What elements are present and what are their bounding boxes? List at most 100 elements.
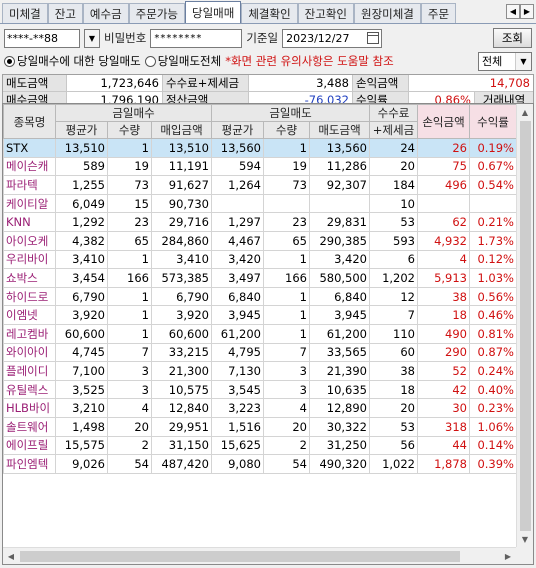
- tab-scroll-right-icon[interactable]: ▶: [520, 4, 534, 19]
- cell-name: STX: [3, 138, 56, 158]
- tab-scroll-left-icon[interactable]: ◀: [506, 4, 520, 19]
- help-notice: *화면 관련 유의사항은 도움말 참조: [225, 54, 394, 68]
- vertical-scroll-thumb[interactable]: [520, 121, 531, 531]
- cell-bamt: 91,627: [151, 175, 212, 195]
- table-row[interactable]: 우리바이 3,410 1 3,410 3,420 1 3,420 6 4 0.12%: [3, 249, 517, 270]
- cell-pnl: 26: [417, 138, 470, 158]
- table-row[interactable]: 에이프릴 15,575 2 31,150 15,625 2 31,250 56 44 0.14%: [3, 435, 517, 456]
- tab-scroll-arrows: ◀ ▶: [506, 4, 534, 19]
- cell-name: HLB바이: [3, 398, 56, 418]
- chevron-down-icon[interactable]: ▼: [515, 52, 531, 70]
- tab-deposit[interactable]: 예수금: [82, 3, 129, 23]
- cell-rate: 0.21%: [469, 212, 517, 232]
- table-row[interactable]: 하이드로 6,790 1 6,790 6,840 1 6,840 12 38 0.56%: [3, 286, 517, 307]
- cell-rate: 0.54%: [469, 175, 517, 195]
- tab-balance[interactable]: 잔고: [47, 3, 83, 23]
- cell-bavg: 9,026: [55, 454, 108, 474]
- cell-samt: 11,286: [309, 156, 370, 177]
- cell-pnl: 42: [417, 379, 470, 400]
- cell-savg: 1,297: [211, 212, 264, 232]
- scroll-right-icon[interactable]: ▶: [500, 548, 516, 564]
- tab-balance-check[interactable]: 잔고확인: [297, 3, 354, 23]
- cell-bqty: 1: [107, 323, 152, 344]
- table-row[interactable]: 메이슨캐 589 19 11,191 594 19 11,286 20 75 0.67%: [3, 156, 517, 177]
- cell-sqty: 166: [263, 268, 310, 288]
- cell-rate: 0.87%: [469, 342, 517, 363]
- table-row[interactable]: STX 13,510 1 13,510 13,560 1 13,560 24 26 0.19%: [3, 138, 517, 158]
- cell-rate: 0.40%: [469, 379, 517, 400]
- cell-savg: 3,497: [211, 268, 264, 288]
- cell-bavg: 13,510: [55, 138, 108, 158]
- radio-same-day-sell-of-buy[interactable]: 당일매수에 대한 당일매도: [4, 53, 141, 69]
- tab-daytrade[interactable]: 당일매매: [185, 1, 242, 23]
- cell-fee: 24: [369, 138, 418, 158]
- cell-savg: 7,130: [211, 361, 264, 381]
- tab-orderable[interactable]: 주문가능: [128, 3, 185, 23]
- vertical-scrollbar[interactable]: ▲ ▼: [516, 104, 533, 547]
- cell-sqty: 2: [263, 435, 310, 456]
- cell-fee: 60: [369, 342, 418, 363]
- cell-bavg: 3,525: [55, 379, 108, 400]
- cell-rate: 0.12%: [469, 249, 517, 270]
- cell-bamt: 13,510: [151, 138, 212, 158]
- chevron-down-icon[interactable]: ▼: [84, 28, 100, 48]
- horizontal-scrollbar[interactable]: ◀ ▶: [3, 547, 516, 564]
- cell-bavg: 1,255: [55, 175, 108, 195]
- cell-name: 케이티알: [3, 193, 56, 214]
- table-row[interactable]: HLB바이 3,210 4 12,840 3,223 4 12,890 20 30 0.23%: [3, 398, 517, 418]
- scroll-up-icon[interactable]: ▲: [517, 104, 533, 120]
- cell-bqty: 15: [107, 193, 152, 214]
- table-row[interactable]: 와이아이 4,745 7 33,215 4,795 7 33,565 60 290 0.87%: [3, 342, 517, 363]
- query-bar: ****-**88 ▼ 비밀번호 ******** 기준일 2023/12/27…: [0, 26, 536, 50]
- base-date-input[interactable]: 2023/12/27: [282, 28, 383, 48]
- cell-bqty: 3: [107, 379, 152, 400]
- filter-select[interactable]: 전체 ▼: [478, 51, 532, 71]
- table-row[interactable]: 유틸렉스 3,525 3 10,575 3,545 3 10,635 18 42 0.40%: [3, 379, 517, 400]
- table-row[interactable]: 파라텍 1,255 73 91,627 1,264 73 92,307 184 496 0.54%: [3, 175, 517, 195]
- cell-samt: 33,565: [309, 342, 370, 363]
- header-fee-tax: +제세금: [369, 121, 418, 139]
- table-row[interactable]: 파인엠텍 9,026 54 487,420 9,080 54 490,320 1,022 1,8…: [3, 454, 517, 474]
- cell-bqty: 20: [107, 416, 152, 437]
- cell-rate: 1.73%: [469, 230, 517, 251]
- tab-ledger-unfilled[interactable]: 원장미체결: [353, 3, 421, 23]
- header-fee: 수수료: [369, 104, 418, 122]
- cell-name: 레고켐바: [3, 323, 56, 344]
- calendar-icon[interactable]: [367, 32, 380, 44]
- cell-name: KNN: [3, 212, 56, 232]
- cell-savg: 3,945: [211, 305, 264, 325]
- cell-bavg: 60,600: [55, 323, 108, 344]
- scroll-down-icon[interactable]: ▼: [517, 531, 533, 547]
- table-row[interactable]: 이엠넷 3,920 1 3,920 3,945 1 3,945 7 18 0.46%: [3, 305, 517, 325]
- cell-fee: 10: [369, 193, 418, 214]
- tab-order[interactable]: 주문: [420, 3, 457, 23]
- table-row[interactable]: 아이오케 4,382 65 284,860 4,467 65 290,385 593 4,932…: [3, 230, 517, 251]
- cell-bamt: 10,575: [151, 379, 212, 400]
- query-button[interactable]: 조회: [492, 28, 532, 48]
- table-row[interactable]: 쇼박스 3,454 166 573,385 3,497 166 580,500 1,202 5,…: [3, 268, 517, 288]
- pnl-amount-label: 손익금액: [353, 75, 409, 91]
- password-label: 비밀번호: [104, 31, 147, 45]
- radio-all-day-sell[interactable]: 당일매도전체: [144, 53, 222, 69]
- base-date-value: 2023/12/27: [286, 31, 350, 45]
- scroll-left-icon[interactable]: ◀: [3, 548, 19, 564]
- cell-bqty: 7: [107, 342, 152, 363]
- cell-pnl: 4: [417, 249, 470, 270]
- tab-fill-check[interactable]: 체결확인: [241, 3, 298, 23]
- password-input[interactable]: ********: [150, 28, 243, 48]
- table-row[interactable]: KNN 1,292 23 29,716 1,297 23 29,831 53 62 0.21%: [3, 212, 517, 232]
- cell-bavg: 7,100: [55, 361, 108, 381]
- radio-label: 당일매도전체: [157, 54, 222, 68]
- cell-sqty: 1: [263, 138, 310, 158]
- table-row[interactable]: 플레이디 7,100 3 21,300 7,130 3 21,390 38 52 0.24%: [3, 361, 517, 381]
- tab-unfilled[interactable]: 미체결: [2, 3, 48, 23]
- table-row[interactable]: 케이티알 6,049 15 90,730 10: [3, 193, 517, 214]
- header-sell-group: 금일매도: [211, 104, 370, 122]
- cell-sqty: [263, 193, 310, 214]
- cell-pnl: 318: [417, 416, 470, 437]
- horizontal-scroll-thumb[interactable]: [20, 551, 460, 562]
- table-row[interactable]: 레고켐바 60,600 1 60,600 61,200 1 61,200 110 490 0.81…: [3, 323, 517, 344]
- table-row[interactable]: 솔트웨어 1,498 20 29,951 1,516 20 30,322 53 318 1.06%: [3, 416, 517, 437]
- account-input[interactable]: ****-**88: [4, 28, 80, 48]
- cell-samt: 12,890: [309, 398, 370, 418]
